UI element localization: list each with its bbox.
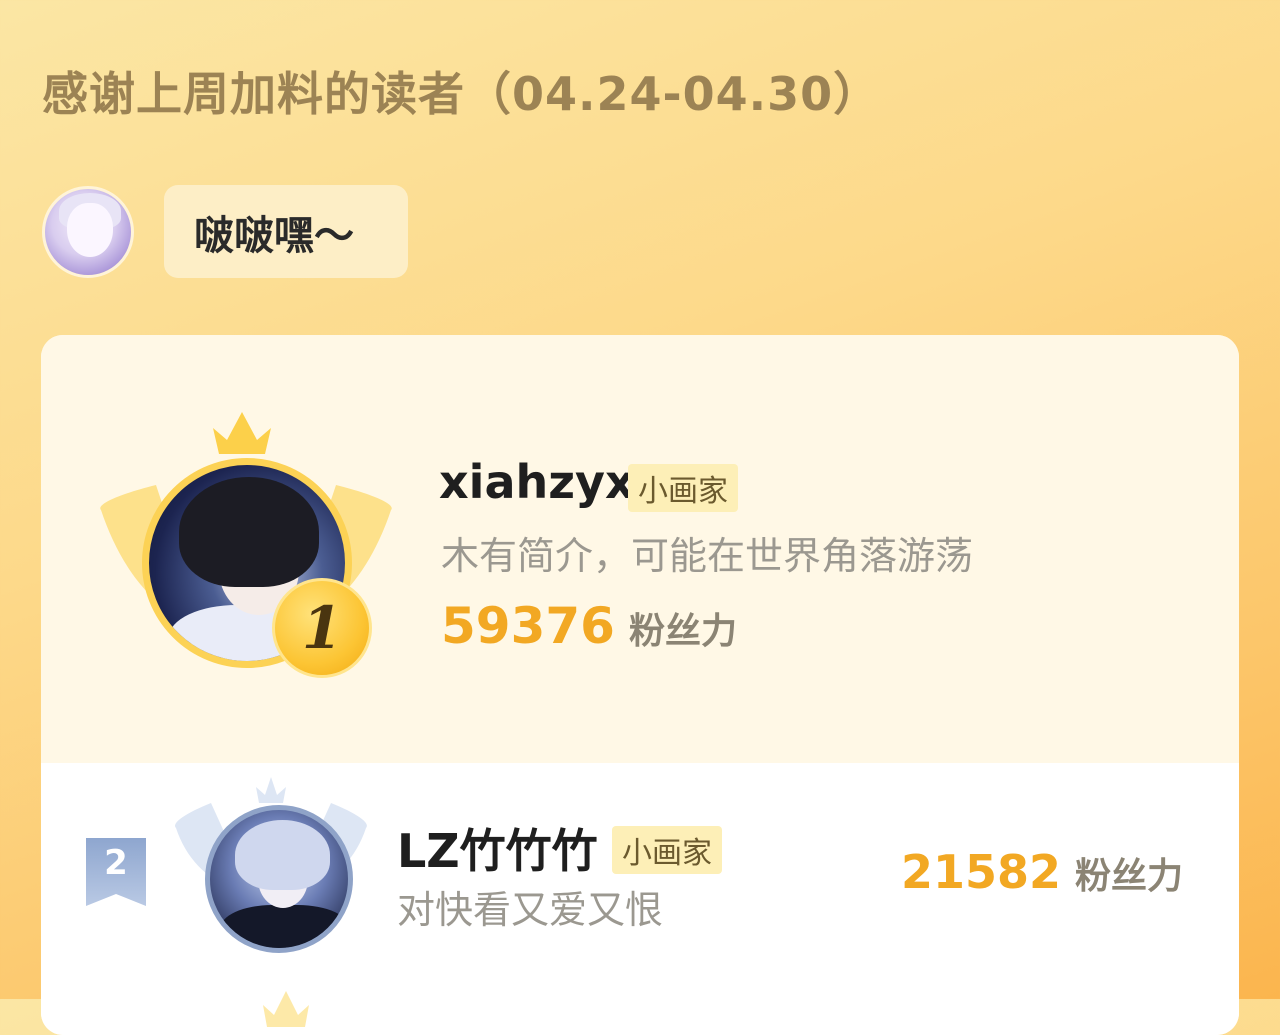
- crown-icon: [263, 991, 309, 1027]
- rank2-score-unit: 粉丝力: [1075, 856, 1184, 897]
- leaderboard-row-2[interactable]: 2 LZ竹竹竹 小画家 对快看又爱又恨 21582 粉丝力: [41, 763, 1239, 1035]
- rank1-medal: 1: [272, 578, 372, 678]
- rank2-avatar[interactable]: [205, 805, 353, 953]
- author-message-bubble: 啵啵嘿～: [164, 185, 408, 278]
- avatar-coat: [220, 905, 348, 948]
- avatar-hair: [235, 820, 330, 890]
- rank1-score-unit: 粉丝力: [628, 611, 737, 652]
- crown-icon: [213, 412, 271, 454]
- rank1-username[interactable]: xiahzyx: [439, 455, 635, 509]
- author-message-text: 啵啵嘿～: [194, 212, 354, 259]
- rank1-score: 59376 粉丝力: [441, 597, 737, 655]
- rank2-bio: 对快看又爱又恨: [397, 888, 664, 932]
- rank2-number: 2: [104, 843, 128, 883]
- rank2-username[interactable]: LZ竹竹竹: [397, 815, 598, 881]
- rank2-badge: 小画家: [612, 826, 722, 874]
- rank1-bio: 木有简介，可能在世界角落游荡: [441, 534, 974, 578]
- author-avatar[interactable]: [42, 186, 134, 278]
- rank1-badge: 小画家: [628, 464, 738, 512]
- leaderboard-card: 1 xiahzyx 小画家 木有简介，可能在世界角落游荡 59376 粉丝力 2: [41, 335, 1239, 1035]
- rank2-score-value: 21582: [901, 845, 1062, 899]
- page-title: 感谢上周加料的读者（04.24-04.30）: [42, 67, 881, 121]
- avatar-hair: [179, 477, 319, 587]
- rank2-score: 21582 粉丝力: [901, 845, 1183, 899]
- avatar-face: [67, 203, 113, 257]
- leaderboard-top-entry[interactable]: 1 xiahzyx 小画家 木有简介，可能在世界角落游荡 59376 粉丝力: [41, 335, 1239, 763]
- rank1-score-value: 59376: [441, 597, 615, 655]
